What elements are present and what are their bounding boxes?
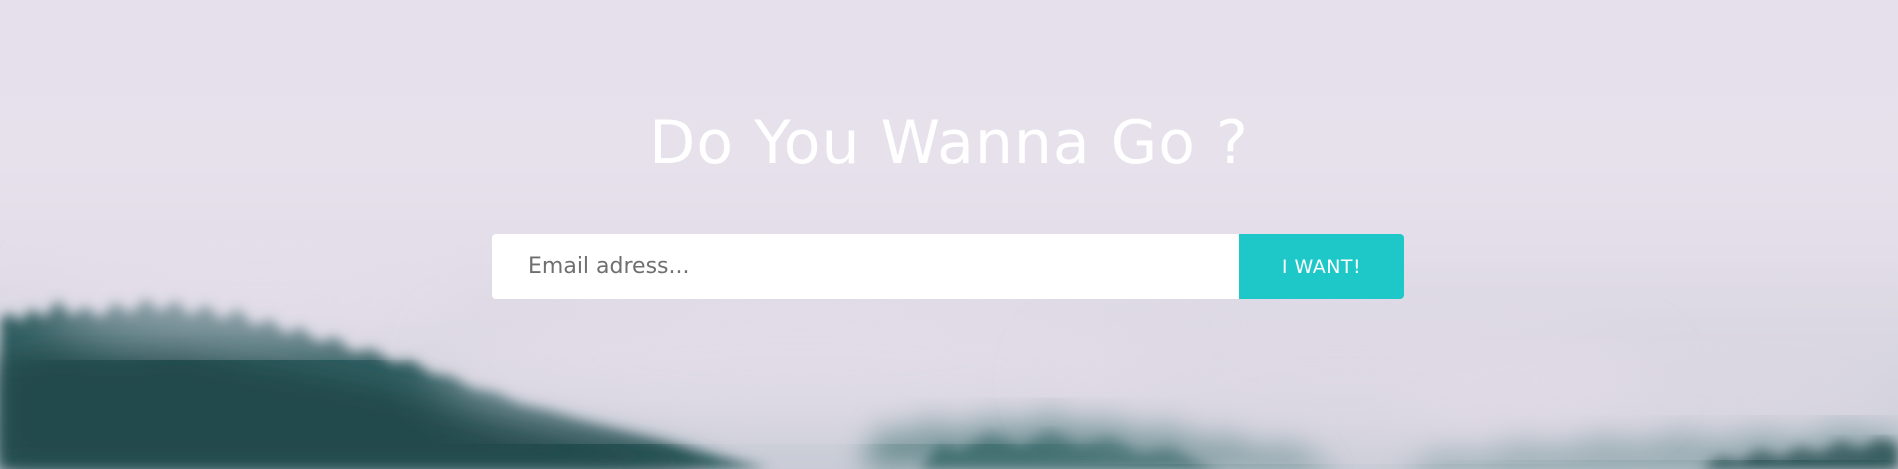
- email-field[interactable]: [492, 234, 1239, 299]
- i-want-button[interactable]: I WANT!: [1239, 234, 1404, 299]
- hero-section: Do You Wanna Go ? I WANT!: [0, 0, 1898, 469]
- page-title: Do You Wanna Go ?: [649, 108, 1249, 178]
- signup-form: I WANT!: [492, 234, 1404, 299]
